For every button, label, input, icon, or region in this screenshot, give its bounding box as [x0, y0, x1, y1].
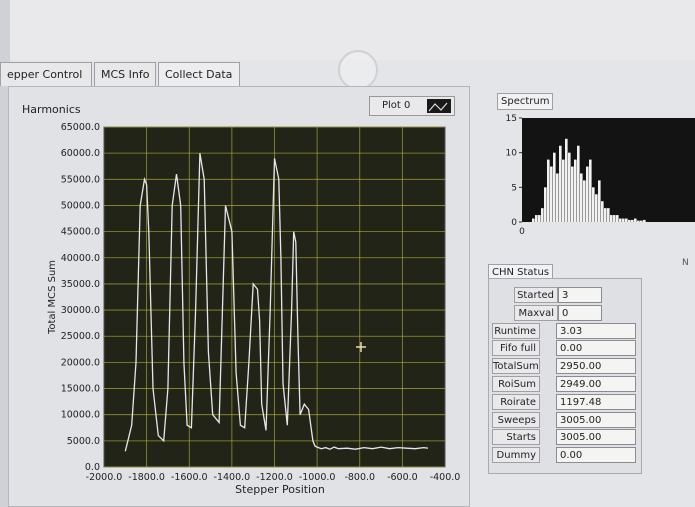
spectrum-bar	[553, 152, 556, 222]
status-value: 0.00	[556, 340, 636, 357]
status-value: 3005.00	[556, 411, 636, 428]
spectrum-bar	[568, 152, 571, 222]
spectrum-bar	[556, 173, 559, 222]
status-value: 3	[558, 287, 602, 303]
status-label: Sweeps	[492, 411, 540, 428]
spectrum-y-tick-label: 15	[506, 114, 517, 124]
spectrum-bar	[631, 219, 634, 222]
spectrum-bar	[547, 159, 550, 222]
status-value: 2949.00	[556, 376, 636, 392]
spectrum-y-ticks: 15 10 5 0	[506, 114, 522, 228]
y-tick-label: 50000.0	[61, 200, 100, 211]
spectrum-bar	[583, 180, 586, 222]
x-tick-label: -1800.0	[128, 472, 165, 483]
status-label: RoiSum	[492, 376, 540, 392]
spectrum-bar	[640, 220, 643, 222]
spectrum-bar	[532, 218, 535, 222]
status-label: Maxval	[514, 304, 558, 321]
x-tick-label: -2000.0	[86, 472, 123, 483]
status-value: 2950.00	[556, 358, 636, 375]
status-value: 1197.48	[556, 393, 636, 410]
spectrum-bar	[574, 159, 577, 222]
spectrum-bar	[580, 173, 583, 222]
spectrum-bar	[604, 208, 607, 222]
spectrum-chart[interactable]: 15 10 5 0 0	[488, 108, 695, 248]
status-label: Dummy	[492, 447, 540, 464]
tab-mcs-info[interactable]: MCS Info	[94, 62, 156, 86]
spectrum-bar	[634, 218, 637, 222]
y-tick-label: 5000.0	[67, 436, 100, 447]
y-tick-label: 45000.0	[61, 227, 100, 238]
spectrum-bar	[571, 166, 574, 222]
y-tick-label: 10000.0	[61, 410, 100, 421]
harmonics-x-ticks: -2000.0 -1800.0 -1600.0 -1400.0 -1200.0 -1000…	[86, 472, 461, 483]
spectrum-bar	[598, 180, 601, 222]
spectrum-bar	[610, 215, 613, 222]
y-tick-label: 60000.0	[61, 148, 100, 159]
tab-stepper-control[interactable]: epper Control	[0, 62, 92, 86]
spectrum-bar	[643, 219, 646, 222]
spectrum-bar	[544, 187, 547, 222]
status-label: Started	[514, 287, 558, 303]
y-tick-label: 35000.0	[61, 279, 100, 290]
x-tick-label: -1400.0	[214, 472, 251, 483]
mouse-cursor-magnifier	[338, 50, 378, 90]
spectrum-bar	[565, 138, 568, 222]
status-label: Runtime	[492, 322, 540, 339]
top-window-area	[0, 0, 695, 60]
spectrum-y-tick-label: 5	[511, 183, 517, 193]
spectrum-bar	[559, 145, 562, 222]
y-tick-label: 55000.0	[61, 174, 100, 185]
y-tick-label: 65000.0	[61, 122, 100, 133]
x-tick-label: -1000.0	[299, 472, 336, 483]
spectrum-bar	[625, 218, 628, 222]
harmonics-x-axis-label: Stepper Position	[235, 483, 325, 496]
x-tick-label: -1200.0	[256, 472, 293, 483]
y-tick-label: 40000.0	[61, 253, 100, 264]
spectrum-bar	[577, 145, 580, 222]
spectrum-bar	[637, 220, 640, 222]
spectrum-bar	[541, 208, 544, 222]
status-label: TotalSum	[492, 358, 540, 375]
harmonics-chart[interactable]: 65000.0 60000.0 55000.0 50000.0 45000.0 40000…	[0, 107, 470, 507]
spectrum-bar	[592, 187, 595, 222]
spectrum-bar	[538, 215, 541, 222]
status-value: 3.03	[556, 322, 636, 339]
status-label: Roirate	[492, 393, 540, 410]
x-tick-label: -800.0	[344, 472, 375, 483]
spectrum-bar	[628, 219, 631, 222]
right-panel-label: N	[682, 258, 689, 268]
spectrum-bar	[607, 208, 610, 222]
x-tick-label: -1600.0	[171, 472, 208, 483]
status-label: Starts	[492, 429, 540, 446]
spectrum-bar	[562, 159, 565, 222]
y-tick-label: 25000.0	[61, 331, 100, 342]
spectrum-bar	[616, 215, 619, 222]
spectrum-bar	[550, 166, 553, 222]
harmonics-y-ticks: 65000.0 60000.0 55000.0 50000.0 45000.0 40000…	[61, 122, 100, 473]
y-tick-label: 20000.0	[61, 357, 100, 368]
spectrum-bar	[595, 194, 598, 222]
spectrum-bar	[601, 201, 604, 222]
spectrum-x-ticks: 0	[519, 227, 525, 237]
spectrum-bar	[586, 166, 589, 222]
status-value: 0.00	[556, 447, 636, 464]
y-tick-label: 15000.0	[61, 384, 100, 395]
spectrum-bar	[622, 218, 625, 222]
x-tick-label: -400.0	[430, 472, 461, 483]
spectrum-x-tick-label: 0	[519, 227, 525, 237]
x-tick-label: -600.0	[387, 472, 418, 483]
status-value: 0	[558, 304, 602, 321]
spectrum-y-tick-label: 10	[506, 149, 518, 159]
tab-collect-data[interactable]: Collect Data	[158, 62, 240, 88]
spectrum-bar	[619, 218, 622, 222]
spectrum-bar	[589, 159, 592, 222]
status-value: 3005.00	[556, 429, 636, 446]
spectrum-y-tick-label: 0	[511, 218, 517, 228]
spectrum-bar	[613, 215, 616, 222]
y-tick-label: 30000.0	[61, 305, 100, 316]
spectrum-bar	[535, 215, 538, 222]
status-label: Fifo full	[492, 340, 540, 357]
harmonics-y-axis-label: Total MCS Sum	[47, 260, 58, 335]
